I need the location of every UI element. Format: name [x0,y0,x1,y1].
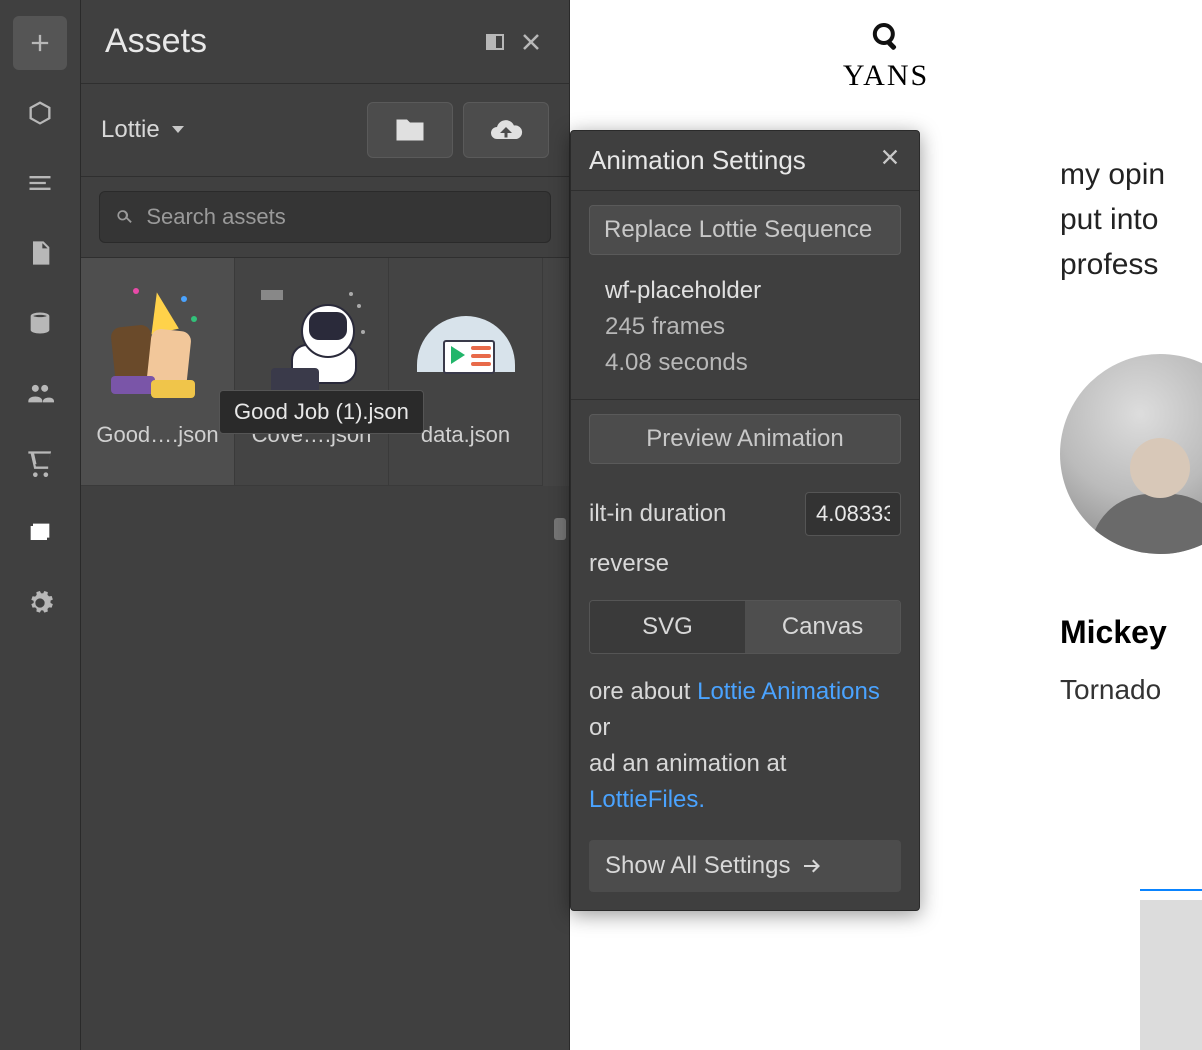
logo-mark-icon [868,20,904,52]
anim-help-text: ore about Lottie Animations or ad an ani… [571,668,919,824]
lottiefiles-link[interactable]: LottieFiles. [589,786,705,813]
cube-icon [26,99,54,127]
asset-filter-dropdown[interactable]: Lottie [101,116,357,144]
rail-ecommerce[interactable] [13,436,67,490]
assets-header: Assets [81,0,569,84]
anim-seconds: 4.08 seconds [605,345,901,381]
anim-title: Animation Settings [589,145,806,176]
testimonial-line: my opin [1060,152,1202,197]
anim-duration-input[interactable] [805,492,901,536]
anim-help-fragment: ad an animation at [589,750,786,777]
anim-header: Animation Settings [571,131,919,191]
close-icon [519,30,543,54]
anim-duration-label: ilt-in duration [589,500,726,528]
rail-settings[interactable] [13,576,67,630]
anim-asset-info: wf-placeholder 245 frames 4.08 seconds [571,269,919,400]
chevron-down-icon [170,124,186,136]
asset-label: Good….json [96,422,218,448]
renderer-svg-button[interactable]: SVG [590,601,745,653]
show-all-settings-button[interactable]: Show All Settings [589,840,901,892]
animation-settings-panel: Animation Settings Replace Lottie Sequen… [570,130,920,911]
cart-icon [26,449,54,477]
rail-elements[interactable] [13,86,67,140]
replace-sequence-button[interactable]: Replace Lottie Sequence [589,205,901,255]
upload-button[interactable] [463,102,549,158]
cloud-upload-icon [488,112,524,148]
asset-thumb [411,286,521,396]
asset-grid: Good….json Cove….json data.json [81,258,569,486]
panel-icon [483,30,507,54]
renderer-segment: SVG Canvas [589,600,901,654]
asset-search-input[interactable] [146,204,536,230]
selection-outline [1140,889,1202,891]
asset-search-box[interactable] [99,191,551,243]
plus-icon [26,29,54,57]
database-icon [26,309,54,337]
asset-scrollbar[interactable] [554,518,566,540]
anim-help-fragment: or [589,714,610,741]
preview-animation-button[interactable]: Preview Animation [589,414,901,464]
site-logo: YANS [843,20,929,93]
users-icon [26,379,54,407]
asset-filter-label: Lottie [101,116,160,144]
assets-title: Assets [105,22,477,61]
asset-item-data[interactable]: data.json [389,258,543,486]
assets-panel: Assets Lottie [80,0,570,1050]
asset-tooltip: Good Job (1).json [219,390,424,434]
page-icon [26,239,54,267]
asset-label: data.json [421,422,510,448]
testimonial-line: profess [1060,242,1202,287]
testimonial-text: my opin put into profess [1060,152,1202,287]
rail-cms[interactable] [13,296,67,350]
testimonial-name: Mickey [1060,614,1167,651]
testimonial-avatar [1060,354,1202,554]
left-rail [0,0,80,1050]
anim-placeholder-name: wf-placeholder [605,273,901,309]
anim-close-button[interactable] [879,146,901,175]
panel-close-button[interactable] [513,24,549,60]
empty-canvas-region [1140,900,1202,1050]
close-icon [879,146,901,168]
anim-reverse-label: reverse [589,550,669,578]
asset-thumb [257,286,367,396]
logo-text: YANS [843,59,929,93]
rail-navigator[interactable] [13,156,67,210]
rail-add[interactable] [13,16,67,70]
assets-toolbar: Lottie [81,84,569,177]
lottie-animations-link[interactable]: Lottie Animations [697,678,880,705]
arrow-right-icon [802,857,822,875]
anim-help-fragment: ore about [589,678,697,705]
search-icon [114,206,134,228]
asset-search-wrap [81,177,569,258]
rail-assets[interactable] [13,506,67,560]
anim-duration-row: ilt-in duration [571,478,919,550]
show-all-label: Show All Settings [605,852,790,880]
asset-thumb [103,286,213,396]
asset-item-goodjob[interactable]: Good….json [81,258,235,486]
rail-pages[interactable] [13,226,67,280]
testimonial-subtitle: Tornado [1060,674,1161,706]
gear-icon [26,589,54,617]
panel-dock-button[interactable] [477,24,513,60]
anim-frames: 245 frames [605,309,901,345]
asset-item-cove[interactable]: Cove….json [235,258,389,486]
anim-reverse-row: reverse [571,550,919,592]
images-icon [26,519,54,547]
list-icon [26,169,54,197]
rail-users[interactable] [13,366,67,420]
new-folder-button[interactable] [367,102,453,158]
testimonial-line: put into [1060,197,1202,242]
renderer-canvas-button[interactable]: Canvas [745,601,900,653]
folder-plus-icon [392,112,428,148]
